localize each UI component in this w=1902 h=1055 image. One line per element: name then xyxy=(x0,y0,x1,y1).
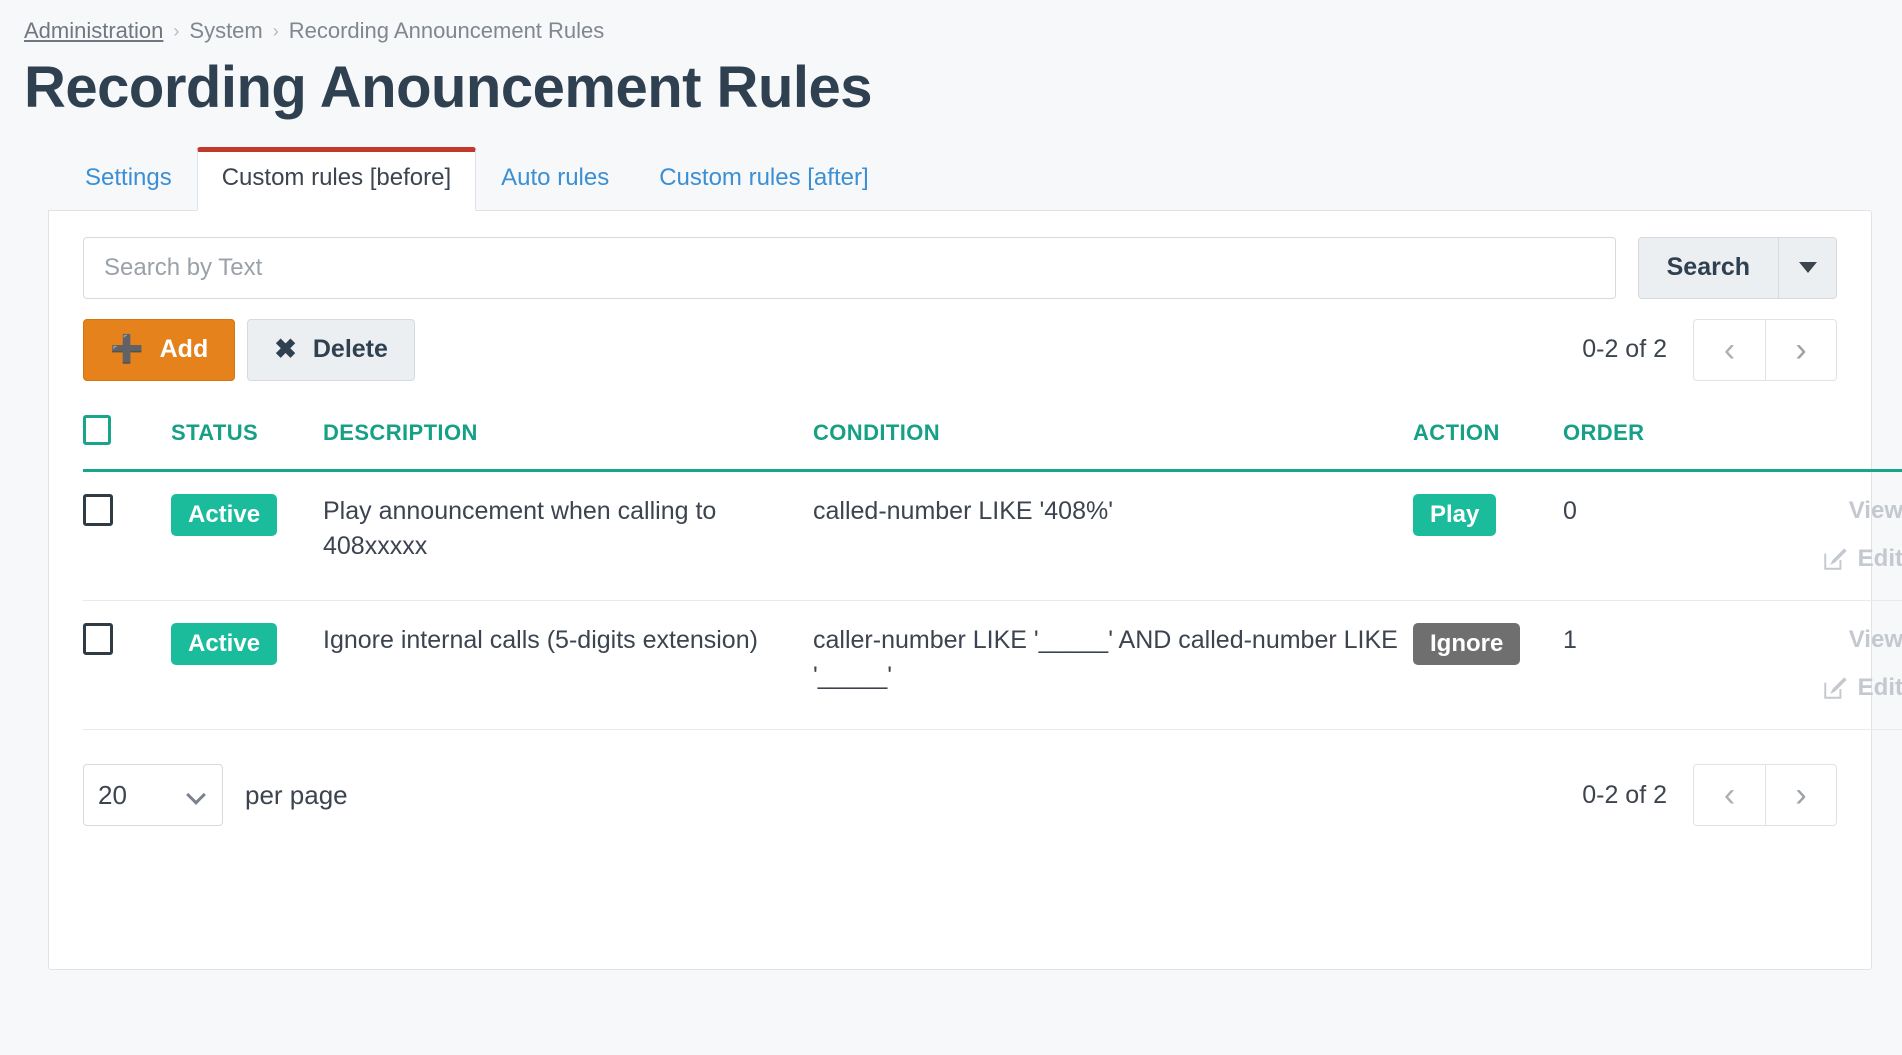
breadcrumb-link-administration[interactable]: Administration xyxy=(24,18,163,44)
view-link-label: View xyxy=(1849,494,1902,528)
select-all-checkbox[interactable] xyxy=(83,415,111,445)
row-description-cell: Play announcement when calling to 408xxx… xyxy=(323,470,813,600)
row-links-cell: View Edit xyxy=(1723,470,1902,600)
pagination-top-next-button[interactable]: › xyxy=(1765,319,1837,381)
chevron-left-icon: ‹ xyxy=(1724,333,1735,367)
add-button-label: Add xyxy=(160,335,209,364)
pagination-bottom-count: 0-2 of 2 xyxy=(1582,781,1667,810)
row-links-cell: View Edit xyxy=(1723,601,1902,730)
search-button[interactable]: Search xyxy=(1638,237,1779,299)
pagination-top-count: 0-2 of 2 xyxy=(1582,335,1667,364)
edit-icon xyxy=(1822,675,1848,701)
breadcrumb: Administration › System › Recording Anno… xyxy=(24,18,1902,44)
breadcrumb-item-system[interactable]: System xyxy=(189,18,262,44)
status-badge: Active xyxy=(171,494,277,536)
table-header-description[interactable]: DESCRIPTION xyxy=(323,415,813,471)
tab-settings[interactable]: Settings xyxy=(60,147,197,210)
table-header-condition[interactable]: CONDITION xyxy=(813,415,1413,471)
page-title: Recording Anouncement Rules xyxy=(24,58,1902,119)
delete-button-label: Delete xyxy=(313,335,388,364)
table-row[interactable]: Active Play announcement when calling to… xyxy=(83,470,1902,600)
edit-link[interactable]: Edit xyxy=(1723,542,1902,576)
breadcrumb-separator-2: › xyxy=(273,21,279,42)
delete-button[interactable]: ✖ Delete xyxy=(247,319,415,381)
table-header: STATUS DESCRIPTION CONDITION ACTION ORDE… xyxy=(83,415,1902,471)
table-row[interactable]: Active Ignore internal calls (5-digits e… xyxy=(83,601,1902,730)
tab-custom-rules-before[interactable]: Custom rules [before] xyxy=(197,147,476,211)
edit-link[interactable]: Edit xyxy=(1723,671,1902,705)
table-header-select-all xyxy=(83,415,171,471)
view-link[interactable]: View xyxy=(1723,494,1902,528)
table-header-row: STATUS DESCRIPTION CONDITION ACTION ORDE… xyxy=(83,415,1902,471)
table-header-order[interactable]: ORDER xyxy=(1563,415,1723,471)
pagination-top: 0-2 of 2 ‹ › xyxy=(1582,319,1837,381)
chevron-down-icon xyxy=(1799,262,1817,273)
chevron-right-icon: › xyxy=(1795,778,1806,812)
table-header-status[interactable]: STATUS xyxy=(171,415,323,471)
chevron-right-icon: › xyxy=(1795,333,1806,367)
footer-row: 20 per page 0-2 of 2 ‹ › xyxy=(83,764,1837,826)
search-input[interactable] xyxy=(83,237,1616,299)
pagination-bottom: 0-2 of 2 ‹ › xyxy=(1582,764,1837,826)
action-badge: Play xyxy=(1413,494,1496,536)
breadcrumb-item-current: Recording Announcement Rules xyxy=(289,18,605,44)
toolbar-row: ➕ Add ✖ Delete 0-2 of 2 ‹ › xyxy=(83,319,1837,381)
page-root: Administration › System › Recording Anno… xyxy=(0,0,1902,970)
pagination-bottom-buttons: ‹ › xyxy=(1693,764,1837,826)
search-dropdown-button[interactable] xyxy=(1779,237,1837,299)
add-button[interactable]: ➕ Add xyxy=(83,319,235,381)
pagination-bottom-prev-button[interactable]: ‹ xyxy=(1693,764,1765,826)
tab-bar: Settings Custom rules [before] Auto rule… xyxy=(60,147,1902,210)
row-status-cell: Active xyxy=(171,470,323,600)
search-button-group: Search xyxy=(1638,237,1837,299)
row-action-cell: Ignore xyxy=(1413,601,1563,730)
per-page-select[interactable]: 20 xyxy=(83,764,223,826)
pagination-bottom-next-button[interactable]: › xyxy=(1765,764,1837,826)
status-badge: Active xyxy=(171,623,277,665)
row-order-cell: 1 xyxy=(1563,601,1723,730)
search-row: Search xyxy=(83,237,1837,299)
row-condition-cell: called-number LIKE '408%' xyxy=(813,470,1413,600)
view-link[interactable]: View xyxy=(1723,623,1902,657)
edit-link-label: Edit xyxy=(1858,671,1902,705)
table-body: Active Play announcement when calling to… xyxy=(83,470,1902,729)
edit-icon xyxy=(1822,546,1848,572)
row-checkbox[interactable] xyxy=(83,623,113,655)
action-badge: Ignore xyxy=(1413,623,1520,665)
row-action-cell: Play xyxy=(1413,470,1563,600)
row-description-cell: Ignore internal calls (5-digits extensio… xyxy=(323,601,813,730)
pagination-top-buttons: ‹ › xyxy=(1693,319,1837,381)
tab-custom-rules-after[interactable]: Custom rules [after] xyxy=(634,147,893,210)
per-page-label: per page xyxy=(245,780,348,811)
pagination-top-prev-button[interactable]: ‹ xyxy=(1693,319,1765,381)
breadcrumb-separator-1: › xyxy=(173,21,179,42)
plus-icon: ➕ xyxy=(110,336,144,363)
rules-panel: Search ➕ Add ✖ Delete 0-2 of 2 ‹ xyxy=(48,210,1872,970)
row-order-cell: 0 xyxy=(1563,470,1723,600)
tab-auto-rules[interactable]: Auto rules xyxy=(476,147,634,210)
table-header-links xyxy=(1723,415,1902,471)
edit-link-label: Edit xyxy=(1858,542,1902,576)
per-page-select-wrap: 20 xyxy=(83,764,223,826)
row-checkbox[interactable] xyxy=(83,494,113,526)
row-select-cell xyxy=(83,470,171,600)
chevron-left-icon: ‹ xyxy=(1724,778,1735,812)
row-condition-cell: caller-number LIKE '_____' AND called-nu… xyxy=(813,601,1413,730)
row-select-cell xyxy=(83,601,171,730)
row-status-cell: Active xyxy=(171,601,323,730)
view-link-label: View xyxy=(1849,623,1902,657)
close-icon: ✖ xyxy=(274,336,297,363)
table-header-action[interactable]: ACTION xyxy=(1413,415,1563,471)
rules-table: STATUS DESCRIPTION CONDITION ACTION ORDE… xyxy=(83,415,1902,730)
